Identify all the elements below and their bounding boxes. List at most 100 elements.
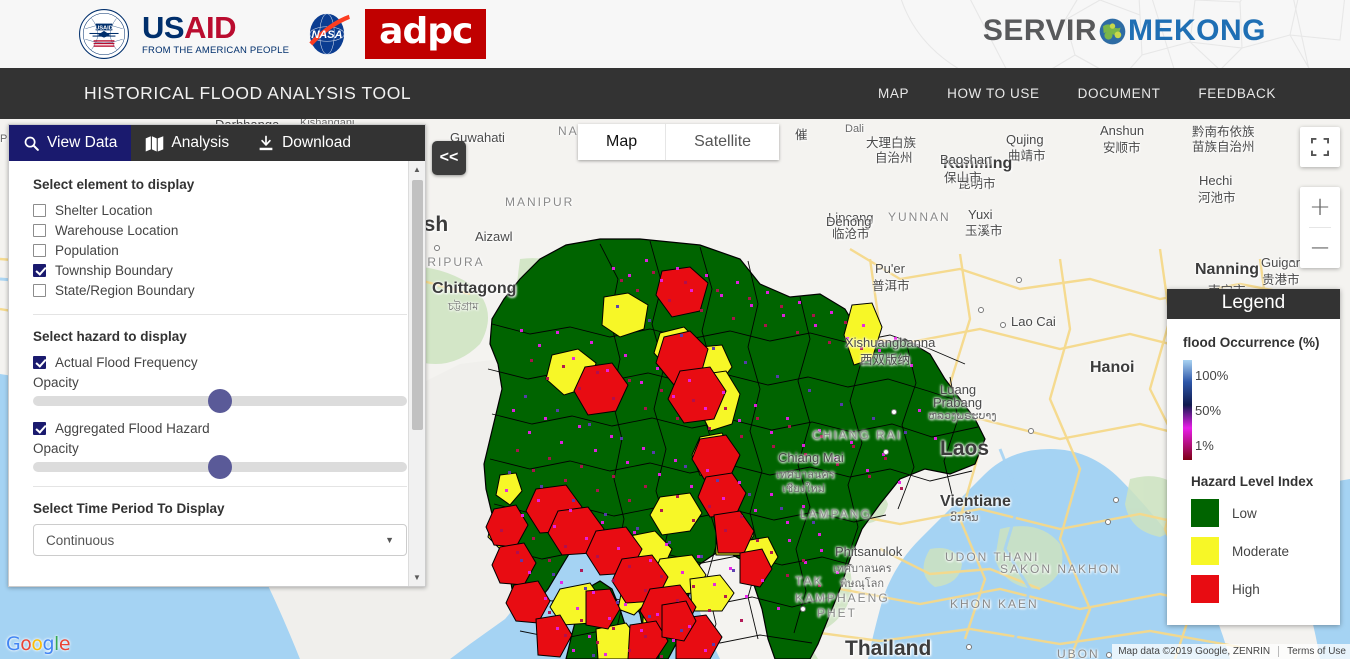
flood-occurrence-ramp: 100% 50% 1% bbox=[1183, 360, 1340, 460]
hazard-swatch-high bbox=[1191, 575, 1219, 603]
checkbox-township-boundary[interactable]: Township Boundary bbox=[33, 260, 407, 280]
zoom-out-button[interactable]: − bbox=[1300, 228, 1340, 268]
usaid-seal-icon: USAID bbox=[78, 8, 130, 60]
capital-dot bbox=[966, 644, 972, 650]
population-checkbox[interactable] bbox=[33, 244, 46, 257]
usaid-us-text: US bbox=[142, 10, 184, 45]
tab-download[interactable]: Download bbox=[243, 125, 365, 161]
gradient-bar bbox=[1183, 360, 1192, 460]
gradient-tick-labels: 100% 50% 1% bbox=[1195, 360, 1340, 460]
hazard-section-title: Select hazard to display bbox=[33, 329, 407, 344]
legend-hazard-low: Low bbox=[1191, 499, 1340, 527]
legend-hazard-moderate: Moderate bbox=[1191, 537, 1340, 565]
city-dot bbox=[1113, 497, 1119, 503]
actual-flood-opacity-label: Opacity bbox=[33, 375, 407, 390]
aggregated-flood-hazard-checkbox[interactable] bbox=[33, 422, 46, 435]
aggregated-flood-opacity-slider[interactable] bbox=[33, 462, 407, 472]
tab-view-data[interactable]: View Data bbox=[9, 125, 131, 161]
aggregated-flood-opacity-thumb[interactable] bbox=[208, 455, 232, 479]
shelter-location-label: Shelter Location bbox=[55, 203, 153, 218]
panel-divider-1 bbox=[33, 314, 407, 315]
city-dot bbox=[883, 449, 889, 455]
nav-link-document[interactable]: DOCUMENT bbox=[1078, 86, 1161, 101]
panel-tab-bar: View Data Analysis Download bbox=[9, 125, 425, 161]
map-attribution: Map data ©2019 Google, ZENRIN Terms of U… bbox=[1112, 644, 1350, 659]
time-period-selected-value: Continuous bbox=[46, 533, 114, 548]
attribution-text: Map data ©2019 Google, ZENRIN bbox=[1118, 646, 1270, 657]
panel-divider-2 bbox=[33, 486, 407, 487]
warehouse-location-checkbox[interactable] bbox=[33, 224, 46, 237]
usaid-aid-text: AID bbox=[184, 10, 236, 45]
city-dot bbox=[1016, 277, 1022, 283]
control-panel[interactable]: View Data Analysis Download Select eleme… bbox=[8, 124, 426, 587]
city-dot bbox=[1106, 652, 1112, 658]
nav-link-map[interactable]: MAP bbox=[878, 86, 909, 101]
tab-view-data-label: View Data bbox=[47, 134, 117, 152]
mekong-text: MEKONG bbox=[1128, 14, 1266, 48]
nav-link-how-to-use[interactable]: HOW TO USE bbox=[947, 86, 1040, 101]
hazard-label-moderate: Moderate bbox=[1232, 544, 1289, 559]
checkbox-population[interactable]: Population bbox=[33, 240, 407, 260]
checkbox-aggregated-flood-hazard[interactable]: Aggregated Flood Hazard bbox=[33, 418, 407, 438]
actual-flood-frequency-label: Actual Flood Frequency bbox=[55, 355, 198, 370]
panel-content: Select element to display Shelter Locati… bbox=[9, 161, 425, 586]
tab-download-label: Download bbox=[282, 134, 351, 152]
map-type-satellite[interactable]: Satellite bbox=[665, 124, 779, 160]
servir-mekong-logo: SERVIR MEKONG bbox=[983, 14, 1266, 48]
google-logo: Google bbox=[6, 633, 70, 655]
hazard-label-high: High bbox=[1232, 582, 1260, 597]
scroll-down-arrow[interactable]: ▼ bbox=[409, 569, 425, 586]
search-icon bbox=[23, 135, 40, 152]
element-section-title: Select element to display bbox=[33, 177, 407, 192]
time-period-select[interactable]: Continuous ▼ bbox=[33, 524, 407, 556]
main-navbar: HISTORICAL FLOOD ANALYSIS TOOL MAP HOW T… bbox=[0, 68, 1350, 119]
checkbox-warehouse-location[interactable]: Warehouse Location bbox=[33, 220, 407, 240]
attribution-divider bbox=[1278, 646, 1279, 657]
tab-analysis-label: Analysis bbox=[171, 134, 229, 152]
gradient-label-100: 100% bbox=[1195, 368, 1228, 383]
panel-scrollbar-thumb[interactable] bbox=[412, 180, 423, 430]
hazard-swatch-low bbox=[1191, 499, 1219, 527]
map-legend: Legend flood Occurrence (%) 100% 50% 1% … bbox=[1167, 289, 1340, 625]
collapse-panel-button[interactable]: << bbox=[432, 141, 466, 175]
actual-flood-opacity-slider[interactable] bbox=[33, 396, 407, 406]
nasa-meatball-icon: NASA bbox=[301, 12, 353, 56]
chevron-down-icon: ▼ bbox=[385, 535, 394, 545]
city-dot bbox=[1289, 261, 1295, 267]
township-boundary-label: Township Boundary bbox=[55, 263, 173, 278]
panel-scrollbar[interactable]: ▲ ▼ bbox=[408, 161, 425, 586]
actual-flood-opacity-thumb[interactable] bbox=[208, 389, 232, 413]
nav-link-feedback[interactable]: FEEDBACK bbox=[1198, 86, 1276, 101]
legend-gradient-title: flood Occurrence (%) bbox=[1183, 335, 1340, 350]
legend-hazard-high: High bbox=[1191, 575, 1340, 603]
actual-flood-frequency-checkbox[interactable] bbox=[33, 356, 46, 369]
tab-analysis[interactable]: Analysis bbox=[131, 125, 243, 161]
state-region-boundary-checkbox[interactable] bbox=[33, 284, 46, 297]
aggregated-flood-opacity-label: Opacity bbox=[33, 441, 407, 456]
city-dot bbox=[891, 409, 897, 415]
hazard-label-low: Low bbox=[1232, 506, 1257, 521]
checkbox-actual-flood-frequency[interactable]: Actual Flood Frequency bbox=[33, 352, 407, 372]
svg-text:NASA: NASA bbox=[312, 29, 343, 41]
servir-text: SERVIR bbox=[983, 14, 1097, 48]
map-container[interactable]: PatnaDarbhangaदरभंगाKishanganjPrayagrajJ… bbox=[0, 119, 1350, 659]
map-type-map[interactable]: Map bbox=[578, 124, 665, 160]
city-dot bbox=[800, 606, 806, 612]
download-icon bbox=[257, 135, 275, 152]
checkbox-state-region-boundary[interactable]: State/Region Boundary bbox=[33, 280, 407, 300]
state-region-boundary-label: State/Region Boundary bbox=[55, 283, 195, 298]
population-label: Population bbox=[55, 243, 119, 258]
terms-of-use-link[interactable]: Terms of Use bbox=[1287, 646, 1346, 657]
warehouse-location-label: Warehouse Location bbox=[55, 223, 178, 238]
shelter-location-checkbox[interactable] bbox=[33, 204, 46, 217]
city-dot bbox=[1000, 322, 1006, 328]
globe-icon bbox=[1099, 18, 1126, 45]
zoom-in-button[interactable]: + bbox=[1300, 187, 1340, 227]
city-dot bbox=[1028, 428, 1034, 434]
checkbox-shelter-location[interactable]: Shelter Location bbox=[33, 200, 407, 220]
gradient-label-50: 50% bbox=[1195, 403, 1221, 418]
legend-header: Legend bbox=[1167, 289, 1340, 319]
scroll-up-arrow[interactable]: ▲ bbox=[409, 161, 425, 178]
township-boundary-checkbox[interactable] bbox=[33, 264, 46, 277]
fullscreen-button[interactable] bbox=[1300, 127, 1340, 167]
